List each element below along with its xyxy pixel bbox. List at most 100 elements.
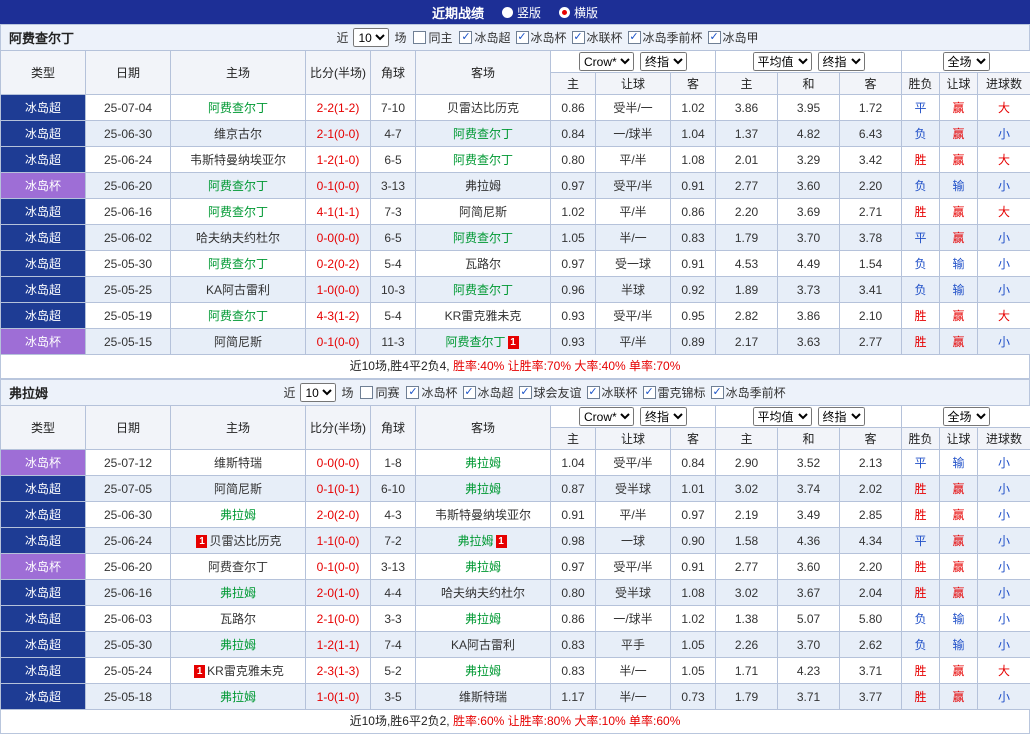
score-cell[interactable]: 2-2(1-2) — [306, 95, 371, 121]
league-filter-checkbox[interactable]: ✓冰岛超 — [459, 29, 510, 46]
league-filter-label: 冰岛杯 — [421, 384, 457, 401]
score-cell[interactable]: 0-1(0-0) — [306, 329, 371, 355]
league-filter-checkbox[interactable]: ✓冰联杯 — [572, 29, 623, 46]
odds-source-select[interactable]: 全场 — [943, 52, 990, 71]
home-team-link[interactable]: 贝雷达比历克 — [209, 534, 281, 548]
home-team-link[interactable]: 维斯特瑞 — [214, 456, 262, 470]
odds-source-select[interactable]: 平均值 — [753, 407, 812, 426]
league-cell: 冰岛杯 — [1, 554, 86, 580]
league-filter-checkbox[interactable]: ✓雷克锦标 — [643, 384, 706, 401]
recent-count-select[interactable]: 10 — [300, 383, 336, 402]
odds-source-select[interactable]: Crow* — [579, 407, 634, 426]
score-cell[interactable]: 2-1(0-0) — [306, 121, 371, 147]
match-row: 冰岛超25-06-30弗拉姆2-0(2-0)4-3韦斯特曼纳埃亚尔0.91平/半… — [1, 502, 1030, 528]
avg-away-cell: 2.20 — [840, 173, 902, 199]
home-team-link[interactable]: KR雷克雅未克 — [207, 664, 284, 678]
league-filter-checkbox[interactable]: ✓冰岛季前杯 — [711, 384, 786, 401]
away-team-link[interactable]: 阿费查尔丁 — [453, 153, 513, 167]
away-team-link[interactable]: 弗拉姆 — [465, 612, 501, 626]
home-team-link[interactable]: 阿费查尔丁 — [208, 205, 268, 219]
home-team-link[interactable]: 弗拉姆 — [220, 586, 256, 600]
score-cell[interactable]: 0-1(0-0) — [306, 554, 371, 580]
away-team-link[interactable]: 贝雷达比历克 — [447, 101, 519, 115]
score-cell[interactable]: 2-3(1-3) — [306, 658, 371, 684]
odds-away-cell: 0.89 — [671, 329, 716, 355]
league-filter-checkbox[interactable]: ✓冰岛杯 — [406, 384, 457, 401]
same-home-checkbox[interactable]: 同主 — [413, 29, 452, 46]
odds-source-select[interactable]: 终指 — [640, 52, 687, 71]
home-team-link[interactable]: KA阿古雷利 — [206, 283, 270, 297]
home-team-link[interactable]: 韦斯特曼纳埃亚尔 — [190, 153, 286, 167]
league-cell: 冰岛杯 — [1, 450, 86, 476]
odds-source-select[interactable]: 平均值 — [753, 52, 812, 71]
league-filter-checkbox[interactable]: ✓冰岛季前杯 — [628, 29, 703, 46]
home-team-link[interactable]: 阿费查尔丁 — [208, 309, 268, 323]
score-cell[interactable]: 1-2(1-1) — [306, 632, 371, 658]
summary-text: 近10场,胜4平2负4, — [350, 359, 453, 373]
score-cell[interactable]: 2-0(2-0) — [306, 502, 371, 528]
home-team-link[interactable]: 阿费查尔丁 — [208, 101, 268, 115]
home-team-link[interactable]: 维京古尔 — [214, 127, 262, 141]
home-team-link[interactable]: 弗拉姆 — [220, 690, 256, 704]
away-team-link[interactable]: 韦斯特曼纳埃亚尔 — [435, 508, 531, 522]
layout-radio-horizontal[interactable]: 横版 — [559, 4, 598, 21]
away-team-link[interactable]: 弗拉姆 — [457, 534, 493, 548]
layout-radio-vertical[interactable]: 竖版 — [502, 4, 541, 21]
home-team-link[interactable]: 阿简尼斯 — [214, 482, 262, 496]
away-team-link[interactable]: 哈夫纳夫约杜尔 — [441, 586, 525, 600]
away-team-link[interactable]: 瓦路尔 — [465, 257, 501, 271]
score-cell[interactable]: 0-1(0-0) — [306, 173, 371, 199]
score-cell[interactable]: 4-3(1-2) — [306, 303, 371, 329]
score-cell[interactable]: 1-1(0-0) — [306, 528, 371, 554]
avg-draw-cell: 3.74 — [778, 476, 840, 502]
match-row: 冰岛杯25-07-12维斯特瑞0-0(0-0)1-8弗拉姆1.04受平/半0.8… — [1, 450, 1030, 476]
score-cell[interactable]: 1-2(1-0) — [306, 147, 371, 173]
away-team-link[interactable]: 弗拉姆 — [465, 456, 501, 470]
away-team-link[interactable]: 弗拉姆 — [465, 664, 501, 678]
away-team-link[interactable]: 阿费查尔丁 — [453, 231, 513, 245]
away-team-link[interactable]: KA阿古雷利 — [451, 638, 515, 652]
date-cell: 25-06-20 — [86, 554, 171, 580]
score-cell[interactable]: 1-0(1-0) — [306, 684, 371, 710]
home-team-link[interactable]: 弗拉姆 — [220, 638, 256, 652]
away-team-link[interactable]: 阿费查尔丁 — [445, 335, 505, 349]
score-cell[interactable]: 4-1(1-1) — [306, 199, 371, 225]
score-cell[interactable]: 2-0(1-0) — [306, 580, 371, 606]
league-filter-checkbox[interactable]: ✓冰联杯 — [587, 384, 638, 401]
score-cell[interactable]: 0-2(0-2) — [306, 251, 371, 277]
league-filter-checkbox[interactable]: ✓冰岛杯 — [516, 29, 567, 46]
away-team-link[interactable]: KR雷克雅未克 — [445, 309, 522, 323]
odds-source-select[interactable]: Crow* — [579, 52, 634, 71]
league-filter-checkbox[interactable]: ✓球会友谊 — [519, 384, 582, 401]
home-team-link[interactable]: 阿费查尔丁 — [208, 179, 268, 193]
odds-source-select[interactable]: 终指 — [640, 407, 687, 426]
handicap-result-cell: 赢 — [940, 225, 978, 251]
score-cell[interactable]: 0-0(0-0) — [306, 450, 371, 476]
league-filter-checkbox[interactable]: ✓冰岛超 — [463, 384, 514, 401]
score-cell[interactable]: 0-1(0-1) — [306, 476, 371, 502]
avg-away-cell: 2.62 — [840, 632, 902, 658]
score-cell[interactable]: 0-0(0-0) — [306, 225, 371, 251]
odds-source-select[interactable]: 终指 — [818, 407, 865, 426]
odds-source-select[interactable]: 全场 — [943, 407, 990, 426]
away-team-link[interactable]: 弗拉姆 — [465, 179, 501, 193]
score-cell[interactable]: 2-1(0-0) — [306, 606, 371, 632]
away-team-link[interactable]: 阿费查尔丁 — [453, 283, 513, 297]
home-team-link[interactable]: 阿费查尔丁 — [208, 257, 268, 271]
away-team-link[interactable]: 维斯特瑞 — [459, 690, 507, 704]
away-team-link[interactable]: 阿简尼斯 — [459, 205, 507, 219]
away-team-link[interactable]: 弗拉姆 — [465, 560, 501, 574]
home-team-link[interactable]: 瓦路尔 — [220, 612, 256, 626]
corners-cell: 7-2 — [371, 528, 416, 554]
away-team-link[interactable]: 阿费查尔丁 — [453, 127, 513, 141]
home-team-link[interactable]: 阿简尼斯 — [214, 335, 262, 349]
same-competition-checkbox[interactable]: 同赛 — [360, 384, 399, 401]
home-team-link[interactable]: 弗拉姆 — [220, 508, 256, 522]
league-filter-checkbox[interactable]: ✓冰岛甲 — [708, 29, 759, 46]
score-cell[interactable]: 1-0(0-0) — [306, 277, 371, 303]
home-team-link[interactable]: 阿费查尔丁 — [208, 560, 268, 574]
away-team-link[interactable]: 弗拉姆 — [465, 482, 501, 496]
recent-count-select[interactable]: 10 — [353, 28, 389, 47]
odds-source-select[interactable]: 终指 — [818, 52, 865, 71]
home-team-link[interactable]: 哈夫纳夫约杜尔 — [196, 231, 280, 245]
